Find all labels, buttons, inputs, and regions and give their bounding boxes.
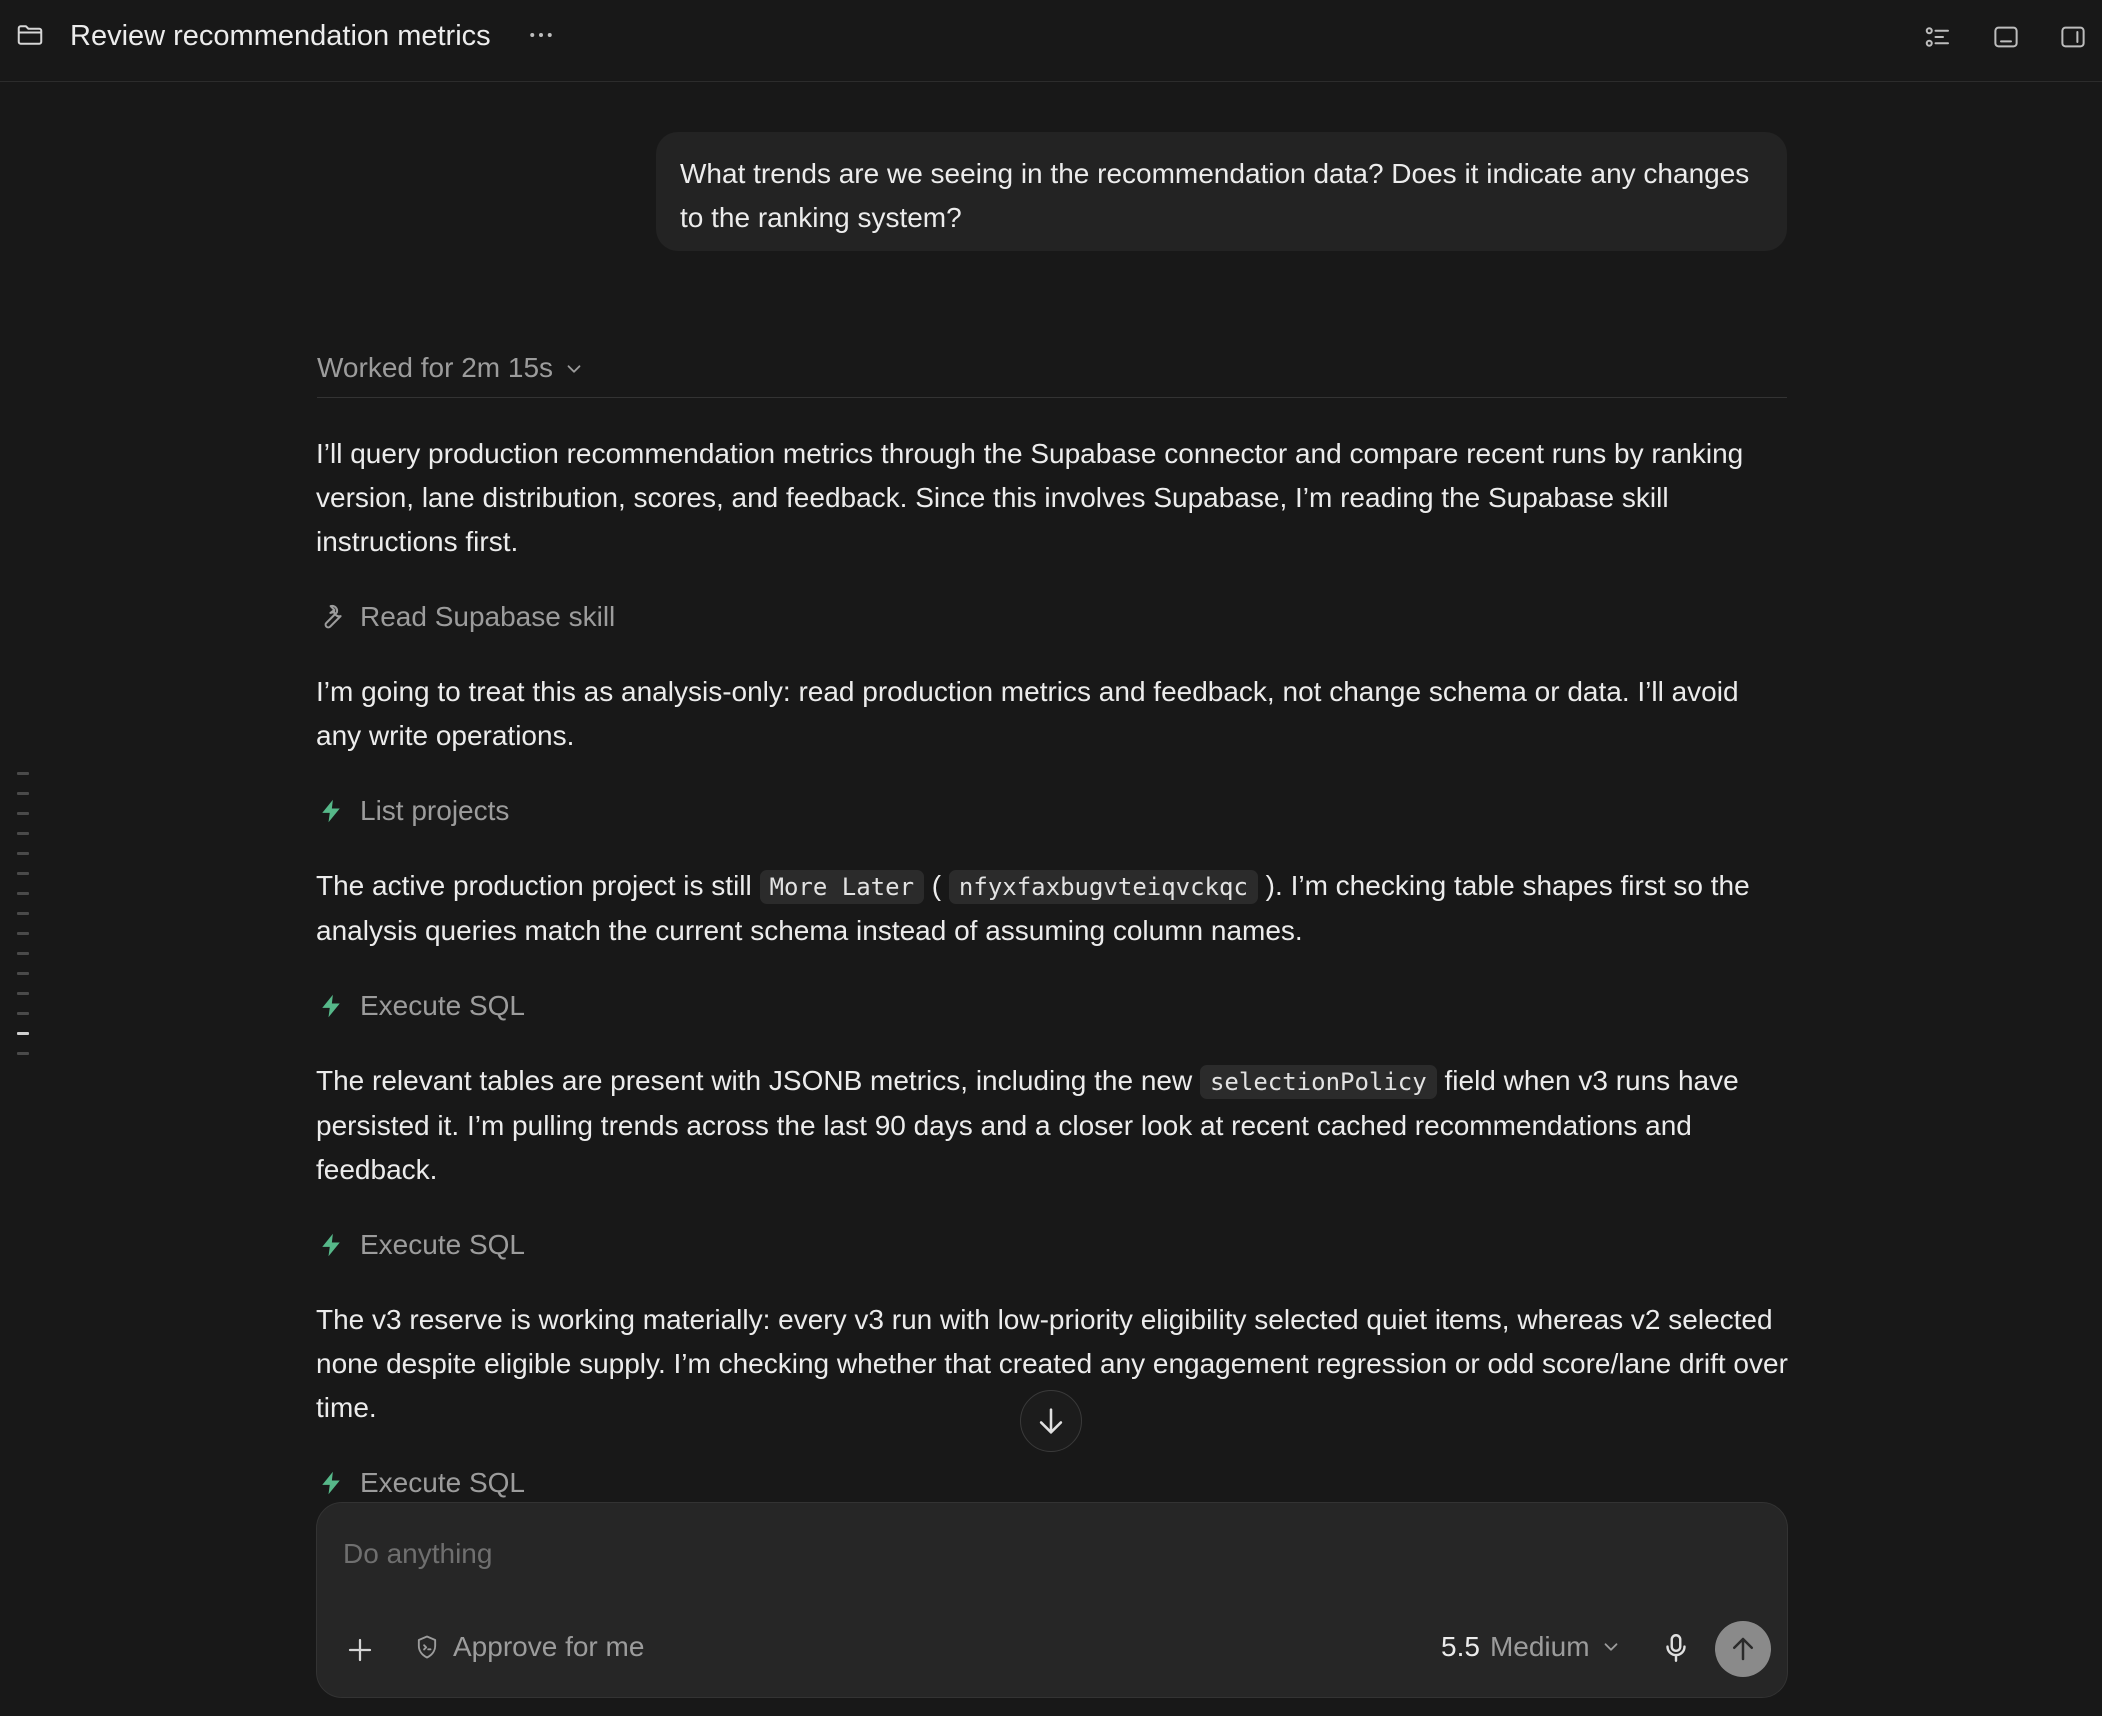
assistant-text: The active production project is still M… bbox=[316, 864, 1791, 953]
tool-call-label: Execute SQL bbox=[360, 990, 525, 1021]
text-segment: ( bbox=[924, 870, 949, 901]
prompt-input[interactable] bbox=[341, 1529, 1741, 1579]
tool-call-read-skill[interactable]: Read Supabase skill bbox=[316, 595, 615, 639]
plus-icon[interactable] bbox=[345, 1635, 375, 1665]
arrow-down-icon bbox=[1039, 1408, 1063, 1434]
minimap-mark[interactable] bbox=[17, 832, 29, 835]
minimap-mark[interactable] bbox=[17, 812, 29, 815]
shield-icon bbox=[417, 1635, 437, 1659]
send-button[interactable] bbox=[1715, 1621, 1771, 1677]
conversation-minimap[interactable] bbox=[17, 772, 31, 1072]
lightning-icon bbox=[322, 1233, 340, 1257]
minimap-mark[interactable] bbox=[17, 932, 29, 935]
lightning-icon bbox=[322, 799, 340, 823]
minimap-mark[interactable] bbox=[17, 892, 29, 895]
tool-call-label: Execute SQL bbox=[360, 1467, 525, 1498]
tool-call-execute-sql[interactable]: Execute SQL bbox=[316, 1223, 525, 1267]
bottom-panel-icon[interactable] bbox=[1991, 22, 2021, 52]
minimap-mark-active[interactable] bbox=[17, 1032, 29, 1035]
task-list-icon[interactable] bbox=[1923, 22, 1953, 52]
lightning-icon bbox=[322, 1471, 340, 1495]
wrench-icon bbox=[324, 604, 342, 629]
minimap-mark[interactable] bbox=[17, 1052, 29, 1055]
minimap-mark[interactable] bbox=[17, 792, 29, 795]
arrow-up-icon bbox=[1733, 1637, 1753, 1661]
model-version: 5.5 bbox=[1441, 1631, 1480, 1662]
page-title: Review recommendation metrics bbox=[70, 20, 491, 52]
chevron-down-icon bbox=[567, 365, 581, 373]
top-bar: Review recommendation metrics bbox=[0, 0, 2102, 82]
minimap-mark[interactable] bbox=[17, 912, 29, 915]
folder-icon[interactable] bbox=[15, 20, 45, 50]
side-panel-icon[interactable] bbox=[2058, 22, 2088, 52]
inline-code: selectionPolicy bbox=[1199, 1065, 1437, 1099]
tool-call-label: Read Supabase skill bbox=[360, 601, 616, 632]
worked-for-toggle[interactable]: Worked for 2m 15s bbox=[317, 348, 1787, 398]
assistant-text: I’m going to treat this as analysis-only… bbox=[316, 676, 1739, 751]
user-message: What trends are we seeing in the recomme… bbox=[656, 132, 1787, 251]
model-effort: Medium bbox=[1489, 1631, 1590, 1662]
text-segment: The relevant tables are present with JSO… bbox=[316, 1065, 1200, 1096]
minimap-mark[interactable] bbox=[17, 1012, 29, 1015]
more-icon[interactable] bbox=[526, 20, 556, 50]
tool-call-label: List projects bbox=[360, 795, 510, 826]
minimap-mark[interactable] bbox=[17, 972, 29, 975]
minimap-mark[interactable] bbox=[17, 992, 29, 995]
composer: Approve for me 5.5 Medium bbox=[316, 1502, 1788, 1698]
microphone-icon[interactable] bbox=[1659, 1631, 1693, 1665]
tool-call-label: Execute SQL bbox=[360, 1229, 525, 1260]
lightning-icon bbox=[322, 994, 340, 1018]
approve-label: Approve for me bbox=[453, 1631, 645, 1662]
tool-call-execute-sql[interactable]: Execute SQL bbox=[316, 984, 525, 1028]
scroll-to-bottom-button[interactable] bbox=[1020, 1390, 1082, 1452]
model-selector[interactable]: 5.5 Medium bbox=[1441, 1631, 1622, 1663]
minimap-mark[interactable] bbox=[17, 852, 29, 855]
inline-code: More Later bbox=[759, 870, 925, 904]
minimap-mark[interactable] bbox=[17, 952, 29, 955]
inline-code: nfyxfaxbugvteiqvckqc bbox=[948, 870, 1258, 904]
assistant-text: I’ll query production recommendation met… bbox=[316, 438, 1744, 557]
minimap-mark[interactable] bbox=[17, 772, 29, 775]
assistant-text: The relevant tables are present with JSO… bbox=[316, 1059, 1791, 1192]
minimap-mark[interactable] bbox=[17, 872, 29, 875]
chevron-down-icon bbox=[1604, 1643, 1617, 1651]
worked-for-label: Worked for 2m 15s bbox=[317, 352, 554, 383]
tool-call-list-projects[interactable]: List projects bbox=[316, 789, 509, 833]
text-segment: The active production project is still bbox=[316, 870, 760, 901]
approve-for-me-button[interactable]: Approve for me bbox=[413, 1631, 644, 1663]
tool-call-execute-sql[interactable]: Execute SQL bbox=[316, 1461, 525, 1505]
